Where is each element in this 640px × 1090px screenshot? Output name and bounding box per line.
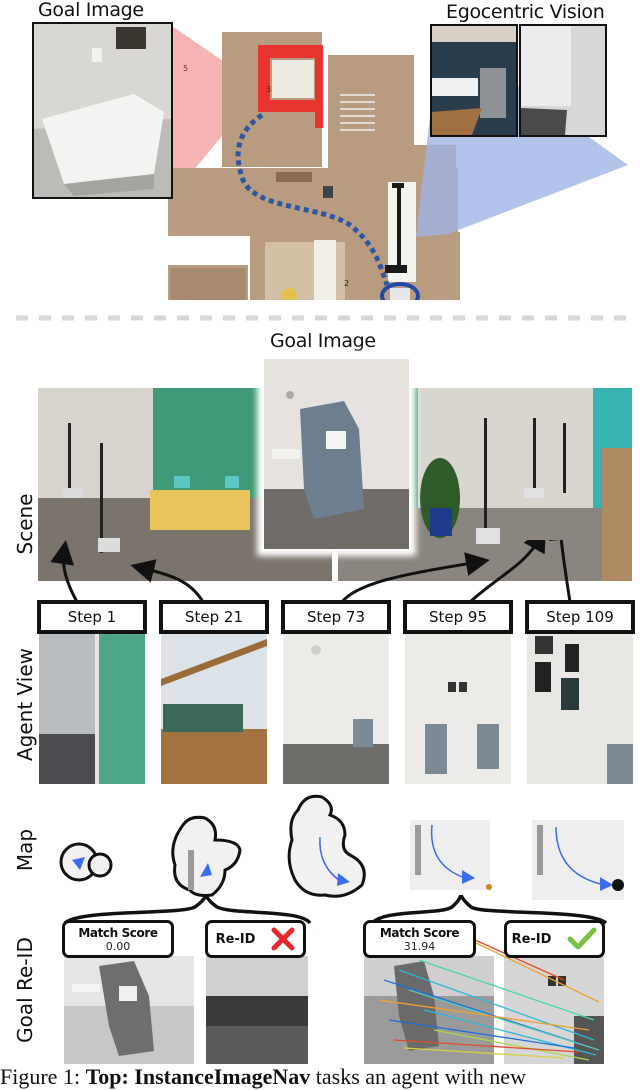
- reid-goal-gray-1: [64, 956, 194, 1064]
- map-step-21: [171, 815, 242, 897]
- cross-icon: [271, 927, 295, 951]
- step-label-109: Step 109: [525, 600, 635, 634]
- reid-label: Re-ID: [215, 931, 256, 947]
- arrow-step-109: [549, 540, 574, 603]
- caption-rest: tasks an agent with new: [310, 1064, 526, 1089]
- step-label-73: Step 73: [281, 600, 391, 634]
- room-number: 2: [344, 279, 349, 288]
- robot-mast: [397, 185, 401, 273]
- reid-label: Re-ID: [511, 931, 552, 947]
- bed: [272, 60, 314, 98]
- match-score-box-1: Match Score 0.00: [62, 920, 174, 958]
- robot-base: [390, 288, 410, 300]
- room-4: [170, 268, 246, 300]
- room-number: 3: [266, 85, 271, 94]
- top-goal-image: [32, 22, 173, 199]
- match-score-label: Match Score: [78, 926, 158, 940]
- map-step-109: [532, 820, 624, 900]
- agent-view-step-95: [405, 634, 511, 784]
- map-step-1: [59, 842, 113, 882]
- step-label-21: Step 21: [159, 600, 269, 634]
- match-score-box-2: Match Score 31.94: [363, 920, 476, 958]
- dashed-separator: [16, 315, 626, 321]
- arrow-step-1: [50, 540, 79, 603]
- reid-box-1: Re-ID: [205, 920, 306, 958]
- room-number: 5: [183, 64, 188, 73]
- step-label-1: Step 1: [37, 600, 147, 634]
- caption-bold: Top: InstanceImageNav: [85, 1064, 311, 1089]
- arrow-step-73: [340, 552, 490, 604]
- caption-prefix: Figure 1:: [0, 1064, 86, 1089]
- reid-agent-gray-1: [206, 956, 308, 1064]
- brace-left: [63, 895, 312, 925]
- reid-box-2: Re-ID: [504, 920, 605, 958]
- bottom-goal-image: [262, 357, 411, 551]
- brace-right: [370, 895, 608, 925]
- row-label-agent-view: Agent View: [13, 647, 37, 761]
- match-score-label: Match Score: [379, 926, 460, 940]
- bottom-goal-image-label: Goal Image: [270, 330, 376, 352]
- arrow-step-95: [468, 540, 546, 604]
- egocentric-depth-image: [519, 24, 607, 137]
- match-score-value: 31.94: [403, 940, 436, 953]
- sofa: [314, 240, 336, 300]
- agent-view-step-109: [527, 634, 633, 784]
- bedroom-photo: [34, 24, 171, 197]
- egocentric-rgb-image: [430, 24, 518, 137]
- match-score-value: 0.00: [105, 940, 131, 953]
- check-icon: [567, 927, 597, 950]
- map-row: [59, 794, 624, 900]
- arrow-step-21: [130, 559, 205, 603]
- row-label-goal-reid: Goal Re-ID: [13, 937, 37, 1043]
- map-step-95: [410, 820, 492, 890]
- figure-caption: Figure 1: Top: InstanceImageNav tasks an…: [0, 1064, 526, 1090]
- agent-view-step-21: [161, 634, 267, 784]
- map-step-73: [287, 794, 366, 898]
- step-label-95: Step 95: [403, 600, 513, 634]
- agent-view-step-1: [39, 634, 145, 784]
- agent-view-step-73: [283, 634, 389, 784]
